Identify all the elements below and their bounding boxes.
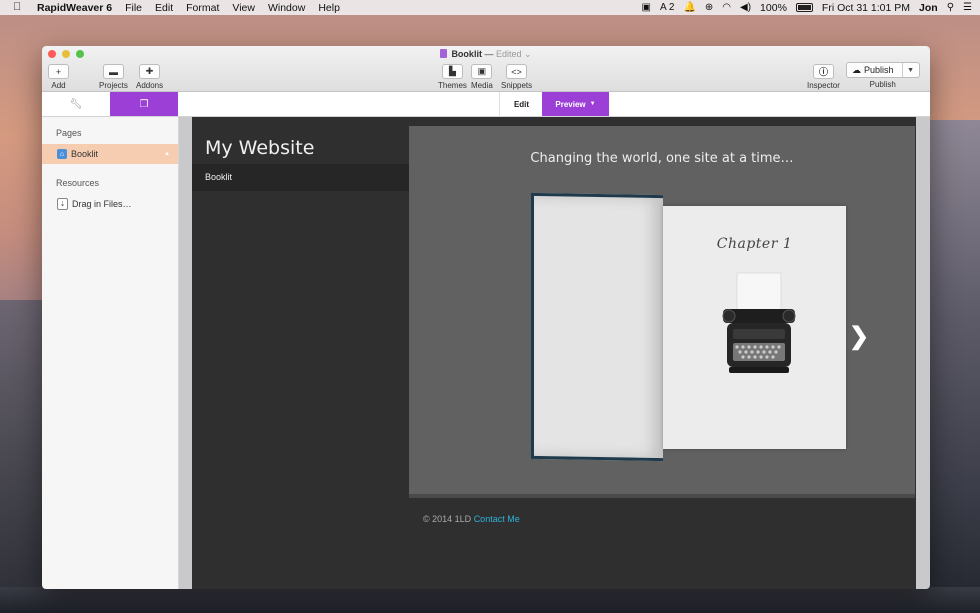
tab-preview[interactable]: Preview ▼ [542,92,609,116]
apple-menu-icon[interactable]:  [13,2,23,13]
wifi-icon[interactable]: ◠ [722,2,731,13]
document-name: Booklit [451,49,482,59]
inspector-label: Inspector [807,81,840,90]
adobe-icon[interactable]: A 2 [660,2,674,13]
preview-right-gutter [916,117,930,589]
user-name[interactable]: Jon [919,2,938,14]
spotlight-search-icon[interactable]: ⚲ [947,2,954,13]
notification-center-icon[interactable]: ☰ [963,2,972,13]
chevron-down-icon: ▼ [589,101,596,107]
site-navigation: Booklit [192,164,409,191]
site-tagline: Changing the world, one site at a time… [530,151,794,166]
site-footer: © 2014 1LD Contact Me [423,514,520,524]
tab-preview-label: Preview [555,99,586,109]
display-icon[interactable]: ▣ [642,2,651,13]
pages-header: Pages [56,128,82,138]
inspector-button[interactable]: ⓘ Inspector [807,64,840,90]
document-title[interactable]: Booklit — Edited ⌄ [42,49,930,60]
plus-icon: + [48,64,69,79]
home-marker-icon: ▲ [164,151,170,157]
drag-in-files[interactable]: ⇣ Drag in Files… [42,194,178,214]
status-area: ▣ A 2 🔔 ⊕ ◠ ◀) 100% Fri Oct 31 1:01 PM J… [642,0,980,15]
footer-contact-link[interactable]: Contact Me [474,514,520,524]
menu-file[interactable]: File [125,2,142,14]
themes-icon: ▙ [441,64,463,79]
addons-label: Addons [136,81,164,90]
projects-button[interactable]: ▬ Projects [99,64,128,90]
projects-icon: ▬ [102,64,124,79]
chapter-title: Chapter 1 [716,236,793,252]
tab-tools[interactable]: 🔧︎ [42,92,111,116]
book-slider: Changing the world, one site at a time… … [409,126,915,494]
tab-edit[interactable]: Edit [499,92,543,116]
add-label: Add [51,81,66,90]
typewriter-image [722,272,796,373]
chevron-down-icon: ⌄ [524,49,532,59]
menu-edit[interactable]: Edit [155,2,173,14]
menu-bar:  RapidWeaver 6 File Edit Format View Wi… [0,0,980,15]
volume-icon[interactable]: ◀) [740,2,751,13]
info-icon: ⓘ [812,64,834,79]
publish-control: ☁ Publish ▼ Publish [846,62,920,89]
tab-edit-label: Edit [513,99,530,109]
desktop-wallpaper-bottom [0,587,980,613]
menu-window[interactable]: Window [268,2,305,14]
puzzle-icon: ✚ [139,64,161,79]
book-page-right: Chapter 1 [663,206,846,449]
pages-icon: ❐ [139,98,149,110]
snippets-button[interactable]: <> Snippets [501,64,532,90]
sidebar: Pages ⌂ Booklit ▲ Resources ⇣ Drag in Fi… [42,117,179,589]
preview-left-gutter [179,117,192,589]
file-download-icon: ⇣ [57,198,68,210]
window-toolbar: Booklit — Edited ⌄ + Add ▬ Projects ✚ Ad… [42,46,930,92]
menu-help[interactable]: Help [318,2,340,14]
publish-button-label: Publish [864,65,894,75]
battery-icon[interactable] [795,3,813,12]
themes-button[interactable]: ▙ Themes [438,64,467,90]
battery-percent[interactable]: 100% [760,2,787,14]
sidebar-page-booklit[interactable]: ⌂ Booklit ▲ [42,144,178,164]
book-cover-left [531,192,663,462]
add-button[interactable]: + Add [48,64,69,90]
publish-dropdown-button[interactable]: ▼ [903,63,919,77]
media-label: Media [471,81,493,90]
addons-button[interactable]: ✚ Addons [136,64,163,90]
resources-header: Resources [56,178,100,188]
projects-label: Projects [99,81,128,90]
sync-icon[interactable]: ⊕ [705,2,713,13]
publish-label: Publish [869,80,896,89]
wrench-icon: 🔧︎ [69,98,83,110]
media-button[interactable]: ▣ Media [471,64,493,90]
menu-view[interactable]: View [232,2,255,14]
page-icon: ⌂ [57,149,67,159]
adobe-count: 2 [668,2,675,13]
site-title: My Website [205,137,315,159]
image-icon: ▣ [471,64,493,79]
notification-bell-icon[interactable]: 🔔 [683,2,695,13]
footer-copyright: © 2014 1LD [423,514,472,524]
next-arrow-icon[interactable]: ❯ [849,322,869,351]
code-icon: <> [506,64,528,79]
app-window: Booklit — Edited ⌄ + Add ▬ Projects ✚ Ad… [42,46,930,589]
publish-split-button: ☁ Publish ▼ [846,62,920,78]
preview-area: My Website Booklit Changing the world, o… [179,117,930,589]
title-dash: — [484,49,494,59]
menu-app-name[interactable]: RapidWeaver 6 [37,2,112,14]
cloud-icon: ☁ [852,64,861,75]
page-label: Booklit [71,149,99,159]
edited-label: Edited [495,49,522,59]
themes-label: Themes [438,81,467,90]
nav-item-booklit[interactable]: Booklit [205,172,232,182]
desktop-wallpaper-right [928,120,980,613]
publish-button[interactable]: ☁ Publish [847,63,903,77]
menu-items: RapidWeaver 6 File Edit Format View Wind… [37,2,340,14]
clock[interactable]: Fri Oct 31 1:01 PM [822,2,910,14]
tab-pages[interactable]: ❐ [110,92,178,116]
snippets-label: Snippets [501,81,533,90]
menu-format[interactable]: Format [186,2,219,14]
drag-files-label: Drag in Files… [72,199,132,209]
document-icon [440,49,448,58]
tab-bar: 🔧︎ ❐ Edit Preview ▼ [42,92,930,117]
